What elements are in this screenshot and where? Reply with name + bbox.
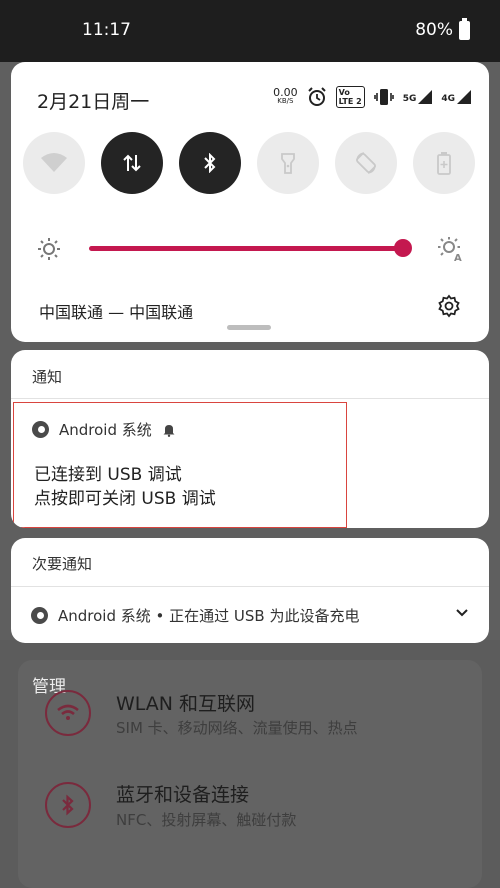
usb-charging-notification[interactable]: Android 系统 • 正在通过 USB 为此设备充电: [31, 605, 471, 626]
notifications-header: 通知: [32, 368, 63, 386]
bluetooth-icon: [204, 153, 216, 173]
wifi-icon: [41, 153, 67, 172]
volte-badge-top: Vo: [338, 88, 350, 97]
signal-4g-label: 4G: [441, 94, 455, 104]
bell-icon: [163, 424, 175, 437]
signal-4g: 4G: [441, 90, 471, 104]
carrier-label: 中国联通 — 中国联通: [39, 303, 194, 322]
qs-date: 2月21日周一: [37, 91, 150, 113]
status-time: 11:17: [82, 20, 131, 40]
battery-saver-icon: [437, 152, 451, 175]
tile-bluetooth[interactable]: [179, 132, 241, 194]
battery-status: 80%: [415, 17, 470, 40]
tile-auto-rotate[interactable]: [335, 132, 397, 194]
settings-row-title: WLAN 和互联网: [116, 693, 256, 715]
brightness-low-icon: [38, 238, 60, 260]
volte-badge: Vo LTE 2: [335, 86, 365, 108]
notification-app-line: Android 系统: [32, 419, 176, 440]
secondary-notification-text: Android 系统 • 正在通过 USB 为此设备充电: [58, 607, 360, 625]
brightness-track[interactable]: [89, 246, 403, 251]
tile-flashlight[interactable]: [257, 132, 319, 194]
settings-row-subtitle: NFC、投射屏幕、触碰付款: [116, 811, 297, 829]
tile-mobile-data[interactable]: [101, 132, 163, 194]
signal-icon: [457, 90, 471, 104]
notification-app-name: Android 系统: [59, 421, 152, 439]
rotate-icon: [356, 152, 376, 174]
notification-text: 点按即可关闭 USB 调试: [34, 489, 216, 509]
wifi-icon: [45, 690, 91, 736]
alarm-icon: [307, 87, 326, 106]
battery-icon: [459, 17, 470, 40]
quick-settings-panel: 2月21日周一 0.00 KB/S Vo LTE 2 5G 4G A 中国联通 …: [11, 62, 489, 342]
net-speed-value: 0.00: [273, 86, 298, 99]
chevron-down-icon[interactable]: [455, 608, 469, 618]
divider: [11, 586, 489, 587]
settings-row-title: 蓝牙和设备连接: [116, 784, 250, 806]
signal-5g: 5G: [403, 90, 433, 104]
notifications-card: 通知 Android 系统 已连接到 USB 调试 点按即可关闭 USB 调试: [11, 350, 489, 528]
brightness-slider-thumb[interactable]: [394, 239, 412, 257]
battery-percent: 80%: [415, 20, 453, 40]
settings-row-bluetooth[interactable]: 蓝牙和设备连接 NFC、投射屏幕、触碰付款: [0, 772, 500, 852]
tile-battery-saver[interactable]: [413, 132, 475, 194]
notification-title: 已连接到 USB 调试: [34, 465, 182, 485]
settings-gear-icon[interactable]: [437, 294, 461, 318]
secondary-header: 次要通知: [32, 555, 93, 573]
vibrate-icon: [373, 89, 394, 105]
svg-text:A: A: [454, 253, 462, 262]
android-system-icon: [31, 607, 48, 624]
bluetooth-icon: [45, 782, 91, 828]
mobile-data-icon: [123, 154, 141, 172]
brightness-control: A: [37, 234, 463, 264]
net-speed: 0.00 KB/S: [273, 86, 298, 106]
flashlight-icon: [281, 153, 295, 174]
android-system-icon: [32, 421, 49, 438]
status-bar: 11:17 80%: [0, 0, 500, 62]
secondary-notifications-card: 次要通知 Android 系统 • 正在通过 USB 为此设备充电: [11, 538, 489, 643]
qs-tiles: [23, 132, 477, 196]
tile-wifi[interactable]: [23, 132, 85, 194]
volte-badge-bottom: LTE 2: [338, 97, 362, 106]
usb-debugging-notification[interactable]: Android 系统 已连接到 USB 调试 点按即可关闭 USB 调试: [13, 402, 347, 528]
signal-5g-label: 5G: [402, 94, 417, 104]
settings-row-subtitle: SIM 卡、移动网络、流量使用、热点: [116, 719, 358, 737]
auto-brightness-icon[interactable]: A: [437, 236, 463, 262]
qs-status-icons: 0.00 KB/S Vo LTE 2 5G 4G: [273, 86, 471, 108]
drag-handle[interactable]: [227, 325, 271, 330]
divider: [11, 398, 489, 399]
signal-icon: [418, 90, 433, 104]
settings-row-wlan[interactable]: WLAN 和互联网 SIM 卡、移动网络、流量使用、热点: [0, 680, 500, 760]
